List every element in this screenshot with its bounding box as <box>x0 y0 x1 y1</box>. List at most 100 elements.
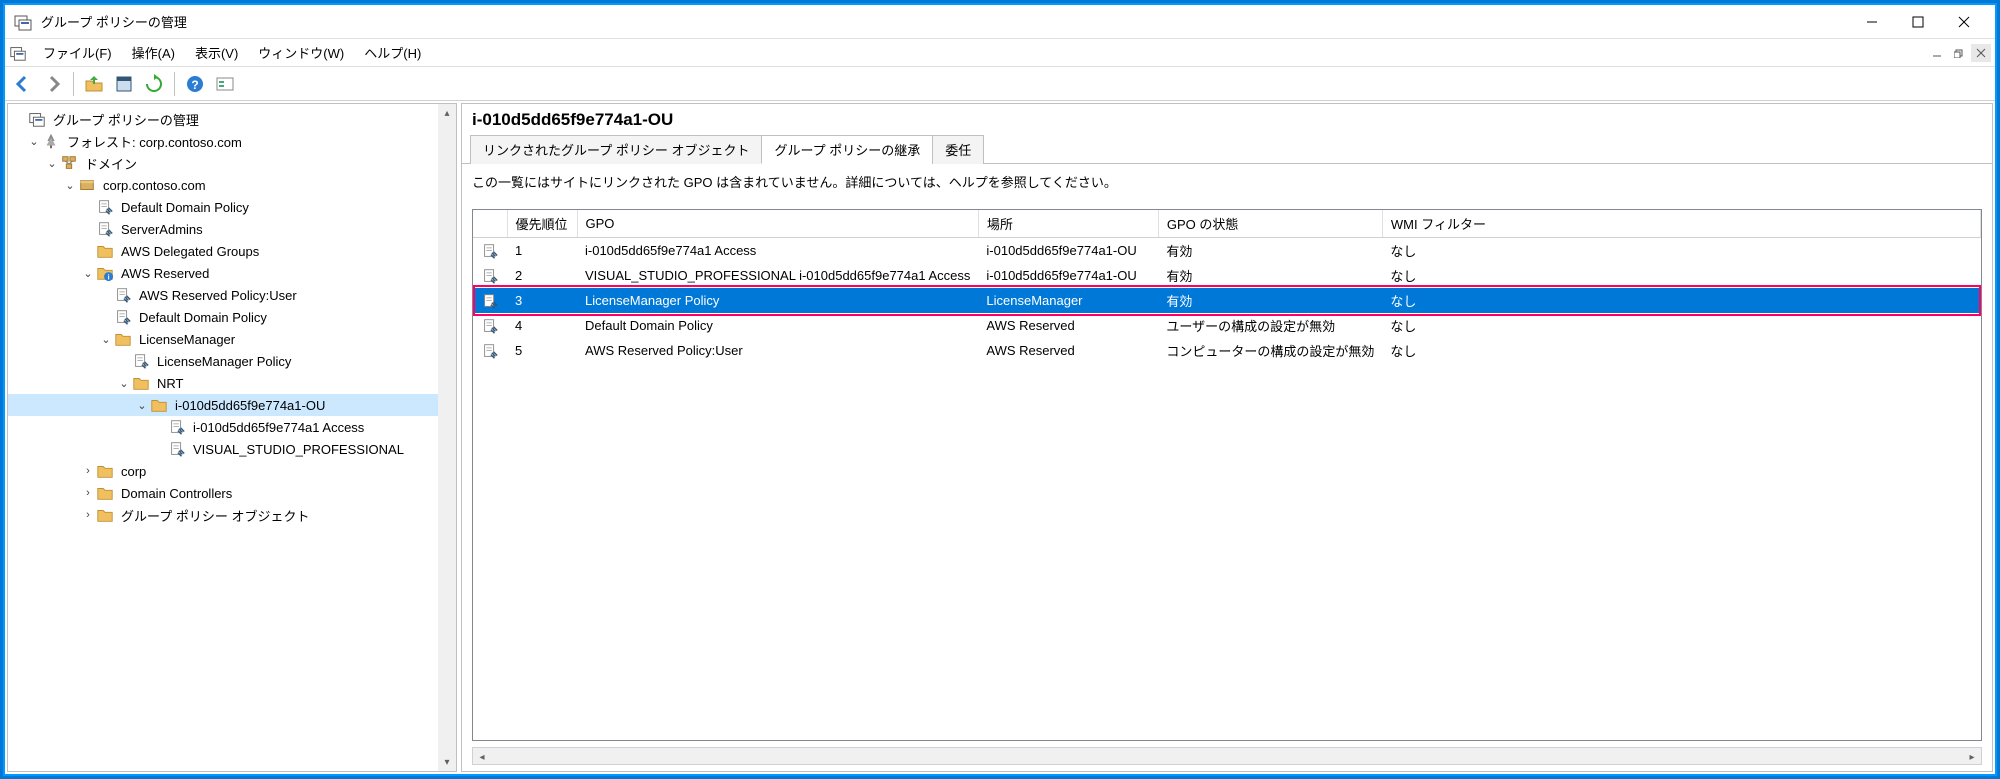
tree-server-admins-label: ServerAdmins <box>118 221 206 238</box>
tree-vertical-scrollbar[interactable]: ▴ ▾ <box>438 104 456 771</box>
tree-default-policy-2[interactable]: Default Domain Policy <box>8 306 438 328</box>
column-location[interactable]: 場所 <box>978 210 1158 238</box>
menu-app-icon <box>9 44 27 62</box>
mdi-close-button[interactable] <box>1971 44 1991 62</box>
tab-linked-gpo[interactable]: リンクされたグループ ポリシー オブジェクト <box>470 135 762 164</box>
tab-inheritance[interactable]: グループ ポリシーの継承 <box>761 135 933 164</box>
show-pane-button[interactable] <box>211 70 239 98</box>
cell-priority: 5 <box>507 338 577 363</box>
tree-default-policy-2-label: Default Domain Policy <box>136 309 270 326</box>
tree-ou-selected-label: i-010d5dd65f9e774a1-OU <box>172 397 328 414</box>
tree-access-label: i-010d5dd65f9e774a1 Access <box>190 419 367 436</box>
table-row[interactable]: 2VISUAL_STUDIO_PROFESSIONAL i-010d5dd65f… <box>473 263 1981 288</box>
tree-domain-controllers-label: Domain Controllers <box>118 485 235 502</box>
forest-icon <box>42 132 60 150</box>
scroll-left-arrow-icon[interactable]: ◂ <box>473 748 491 766</box>
properties-button[interactable] <box>110 70 138 98</box>
up-button[interactable] <box>80 70 108 98</box>
tree-default-policy[interactable]: Default Domain Policy <box>8 196 438 218</box>
tree-domains[interactable]: ⌄ドメイン <box>8 152 438 174</box>
menu-window[interactable]: ウィンドウ(W) <box>248 41 354 64</box>
tree-access[interactable]: i-010d5dd65f9e774a1 Access <box>8 416 438 438</box>
minimize-button[interactable] <box>1849 8 1895 36</box>
column-status[interactable]: GPO の状態 <box>1158 210 1382 238</box>
maximize-button[interactable] <box>1895 8 1941 36</box>
cell-gpo: AWS Reserved Policy:User <box>577 338 978 363</box>
menu-help[interactable]: ヘルプ(H) <box>354 41 431 64</box>
folder-icon <box>96 506 114 524</box>
tab-delegation[interactable]: 委任 <box>932 135 984 164</box>
mdi-minimize-button[interactable] <box>1927 44 1947 62</box>
tree-aws-delegated[interactable]: AWS Delegated Groups <box>8 240 438 262</box>
scroll-up-arrow-icon[interactable]: ▴ <box>438 104 456 122</box>
tree-vs-professional[interactable]: VISUAL_STUDIO_PROFESSIONAL <box>8 438 438 460</box>
gpo-inheritance-table[interactable]: 優先順位 GPO 場所 GPO の状態 WMI フィルター 1i-010d5dd… <box>473 210 1981 363</box>
mdi-restore-button[interactable] <box>1949 44 1969 62</box>
toolbar-separator <box>73 72 74 96</box>
cell-location: AWS Reserved <box>978 313 1158 338</box>
tree-domain-label: corp.contoso.com <box>100 177 209 194</box>
tree-root[interactable]: ▾グループ ポリシーの管理 <box>8 108 438 130</box>
tree-aws-reserved[interactable]: ⌄AWS Reserved <box>8 262 438 284</box>
menu-action[interactable]: 操作(A) <box>122 41 185 64</box>
table-row[interactable]: 3LicenseManager PolicyLicenseManager有効なし <box>473 288 1981 313</box>
scroll-down-arrow-icon[interactable]: ▾ <box>438 753 456 771</box>
forward-arrow-icon <box>43 74 63 94</box>
tree-license-manager[interactable]: ⌄LicenseManager <box>8 328 438 350</box>
cell-priority: 4 <box>507 313 577 338</box>
tree-server-admins[interactable]: ServerAdmins <box>8 218 438 240</box>
tree-ou-selected[interactable]: ⌄i-010d5dd65f9e774a1-OU <box>8 394 438 416</box>
table-row[interactable]: 1i-010d5dd65f9e774a1 Accessi-010d5dd65f9… <box>473 238 1981 264</box>
cell-status: 有効 <box>1158 263 1382 288</box>
tree-gpo-objects[interactable]: ›グループ ポリシー オブジェクト <box>8 504 438 526</box>
back-button[interactable] <box>9 70 37 98</box>
column-icon[interactable] <box>473 210 507 238</box>
tree-vs-professional-label: VISUAL_STUDIO_PROFESSIONAL <box>190 441 407 458</box>
gpo-link-icon <box>168 440 186 458</box>
ou-folder-icon <box>96 462 114 480</box>
tree-domain[interactable]: ⌄corp.contoso.com <box>8 174 438 196</box>
help-button[interactable] <box>181 70 209 98</box>
gpo-link-icon <box>168 418 186 436</box>
gpo-link-icon <box>96 198 114 216</box>
tree-forest[interactable]: ⌄フォレスト: corp.contoso.com <box>8 130 438 152</box>
table-row[interactable]: 5AWS Reserved Policy:UserAWS Reservedコンピ… <box>473 338 1981 363</box>
domain-icon <box>78 176 96 194</box>
tree-license-manager-label: LicenseManager <box>136 331 238 348</box>
tree-nrt[interactable]: ⌄NRT <box>8 372 438 394</box>
tree-license-manager-policy[interactable]: LicenseManager Policy <box>8 350 438 372</box>
cell-location: i-010d5dd65f9e774a1-OU <box>978 263 1158 288</box>
cell-priority: 2 <box>507 263 577 288</box>
close-button[interactable] <box>1941 8 1987 36</box>
cell-status: 有効 <box>1158 238 1382 264</box>
info-text: この一覧にはサイトにリンクされた GPO は含まれていません。詳細については、ヘ… <box>462 164 1992 199</box>
ou-folder-info-icon <box>96 264 114 282</box>
tree-aws-reserved-user-label: AWS Reserved Policy:User <box>136 287 300 304</box>
cell-status: コンピューターの構成の設定が無効 <box>1158 338 1382 363</box>
column-gpo[interactable]: GPO <box>577 210 978 238</box>
help-icon <box>185 74 205 94</box>
tree-aws-reserved-user[interactable]: AWS Reserved Policy:User <box>8 284 438 306</box>
detail-horizontal-scrollbar[interactable]: ◂ ▸ <box>472 747 1982 765</box>
back-arrow-icon <box>13 74 33 94</box>
gpo-link-icon <box>481 292 499 310</box>
tree-nrt-label: NRT <box>154 375 186 392</box>
properties-icon <box>114 74 134 94</box>
refresh-button[interactable] <box>140 70 168 98</box>
menu-file[interactable]: ファイル(F) <box>33 41 122 64</box>
tree-view[interactable]: ▾グループ ポリシーの管理 ⌄フォレスト: corp.contoso.com ⌄… <box>8 104 438 771</box>
tree-domain-controllers[interactable]: ›Domain Controllers <box>8 482 438 504</box>
gpo-link-icon <box>481 317 499 335</box>
tree-corp[interactable]: ›corp <box>8 460 438 482</box>
refresh-icon <box>144 74 164 94</box>
forward-button[interactable] <box>39 70 67 98</box>
table-row[interactable]: 4Default Domain PolicyAWS Reservedユーザーの構… <box>473 313 1981 338</box>
up-folder-icon <box>84 74 104 94</box>
window-title: グループ ポリシーの管理 <box>41 12 1849 31</box>
menu-view[interactable]: 表示(V) <box>185 41 248 64</box>
scroll-right-arrow-icon[interactable]: ▸ <box>1963 748 1981 766</box>
cell-wmi: なし <box>1382 238 1980 264</box>
ou-folder-icon <box>150 396 168 414</box>
column-priority[interactable]: 優先順位 <box>507 210 577 238</box>
column-wmi[interactable]: WMI フィルター <box>1382 210 1980 238</box>
